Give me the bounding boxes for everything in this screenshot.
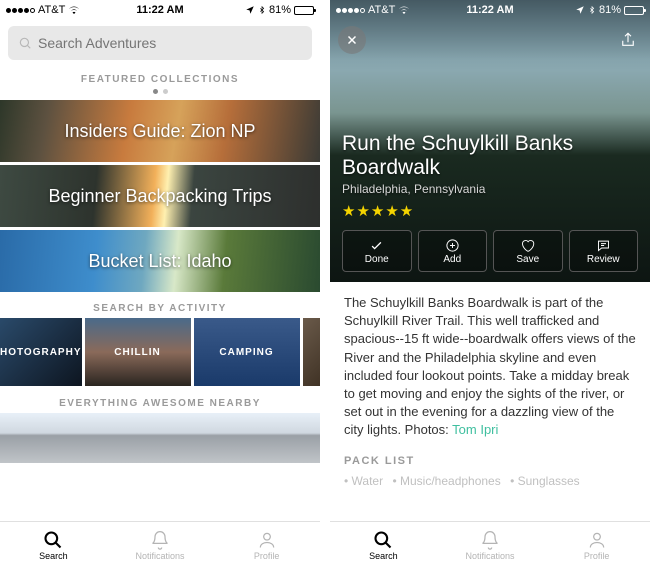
nearby-image[interactable] xyxy=(0,413,320,463)
tab-profile[interactable]: Profile xyxy=(213,522,320,569)
carrier-label: AT&T xyxy=(368,4,395,16)
tab-search[interactable]: Search xyxy=(0,522,107,569)
pager-dots xyxy=(0,89,320,100)
action-label: Done xyxy=(365,254,389,265)
collection-card[interactable]: Insiders Guide: Zion NP xyxy=(0,100,320,162)
done-button[interactable]: Done xyxy=(342,230,412,272)
featured-collections-header: FEATURED COLLECTIONS xyxy=(0,66,320,89)
share-icon xyxy=(619,31,637,49)
activity-tile[interactable] xyxy=(303,318,321,386)
search-icon xyxy=(43,530,63,550)
hero-image: AT&T 11:22 AM 81% Run the Schuylkill Ban… xyxy=(330,0,650,282)
tab-label: Search xyxy=(369,551,398,561)
battery-icon xyxy=(624,6,644,15)
activity-label: CAMPING xyxy=(219,347,273,358)
pack-list: Water Music/headphones Sunglasses xyxy=(344,473,636,490)
pack-item: Water xyxy=(344,474,383,488)
search-icon xyxy=(373,530,393,550)
close-button[interactable] xyxy=(338,26,366,54)
action-label: Review xyxy=(587,254,620,265)
bluetooth-icon xyxy=(258,5,266,15)
search-input[interactable] xyxy=(38,35,302,51)
search-by-activity-header: SEARCH BY ACTIVITY xyxy=(0,295,320,318)
status-time: 11:22 AM xyxy=(136,4,183,16)
comment-icon xyxy=(596,238,611,253)
description-body: The Schuylkill Banks Boardwalk is part o… xyxy=(330,282,650,502)
description-text: The Schuylkill Banks Boardwalk is part o… xyxy=(344,295,636,437)
check-icon xyxy=(369,238,384,253)
right-screen: AT&T 11:22 AM 81% Run the Schuylkill Ban… xyxy=(330,0,650,569)
nearby-header: EVERYTHING AWESOME NEARBY xyxy=(0,390,320,413)
location-arrow-icon xyxy=(245,5,255,15)
save-button[interactable]: Save xyxy=(493,230,563,272)
collection-title: Insiders Guide: Zion NP xyxy=(64,121,255,142)
wifi-icon xyxy=(398,4,410,16)
activity-label: CHILLIN xyxy=(114,347,160,358)
tab-bar: Search Notifications Profile xyxy=(330,521,650,569)
tab-label: Search xyxy=(39,551,68,561)
plus-circle-icon xyxy=(445,238,460,253)
photo-credit-link[interactable]: Tom Ipri xyxy=(452,422,498,437)
tab-notifications[interactable]: Notifications xyxy=(107,522,214,569)
close-icon xyxy=(345,33,359,47)
battery-percent: 81% xyxy=(269,4,291,16)
activity-row[interactable]: HOTOGRAPHY CHILLIN CAMPING xyxy=(0,318,320,390)
add-button[interactable]: Add xyxy=(418,230,488,272)
collection-title: Beginner Backpacking Trips xyxy=(48,186,271,207)
signal-dots-icon xyxy=(6,8,35,13)
profile-icon xyxy=(587,530,607,550)
tab-label: Notifications xyxy=(465,551,514,561)
pack-item: Sunglasses xyxy=(510,474,580,488)
tab-bar: Search Notifications Profile xyxy=(0,521,320,569)
share-button[interactable] xyxy=(614,26,642,54)
status-time: 11:22 AM xyxy=(466,4,513,16)
bell-icon xyxy=(150,530,170,550)
activity-label: HOTOGRAPHY xyxy=(0,347,82,358)
rating-stars: ★★★★★ xyxy=(342,202,638,220)
tab-notifications[interactable]: Notifications xyxy=(437,522,544,569)
adventure-location: Philadelphia, Pennsylvania xyxy=(342,182,638,196)
search-icon xyxy=(18,36,32,50)
battery-icon xyxy=(294,6,314,15)
search-input-container[interactable] xyxy=(8,26,312,60)
activity-tile[interactable]: CHILLIN xyxy=(85,318,191,386)
wifi-icon xyxy=(68,4,80,16)
tab-label: Profile xyxy=(254,551,280,561)
collection-card[interactable]: Bucket List: Idaho xyxy=(0,230,320,292)
activity-tile[interactable]: HOTOGRAPHY xyxy=(0,318,82,386)
location-arrow-icon xyxy=(575,5,585,15)
tab-label: Notifications xyxy=(135,551,184,561)
pack-item: Music/headphones xyxy=(392,474,500,488)
bluetooth-icon xyxy=(588,5,596,15)
tab-profile[interactable]: Profile xyxy=(543,522,650,569)
heart-icon xyxy=(520,238,535,253)
status-bar: AT&T 11:22 AM 81% xyxy=(0,0,320,20)
activity-tile[interactable]: CAMPING xyxy=(194,318,300,386)
review-button[interactable]: Review xyxy=(569,230,639,272)
signal-dots-icon xyxy=(336,8,365,13)
tab-label: Profile xyxy=(584,551,610,561)
pack-list-header: PACK LIST xyxy=(344,454,636,469)
action-label: Add xyxy=(443,254,461,265)
collection-card[interactable]: Beginner Backpacking Trips xyxy=(0,165,320,227)
bell-icon xyxy=(480,530,500,550)
tab-search[interactable]: Search xyxy=(330,522,437,569)
collection-title: Bucket List: Idaho xyxy=(88,251,231,272)
battery-percent: 81% xyxy=(599,4,621,16)
left-screen: AT&T 11:22 AM 81% FEATURED COLLECTIONS I… xyxy=(0,0,320,569)
profile-icon xyxy=(257,530,277,550)
status-bar: AT&T 11:22 AM 81% xyxy=(330,0,650,20)
action-label: Save xyxy=(516,254,539,265)
adventure-title: Run the Schuylkill Banks Boardwalk xyxy=(342,132,638,180)
carrier-label: AT&T xyxy=(38,4,65,16)
